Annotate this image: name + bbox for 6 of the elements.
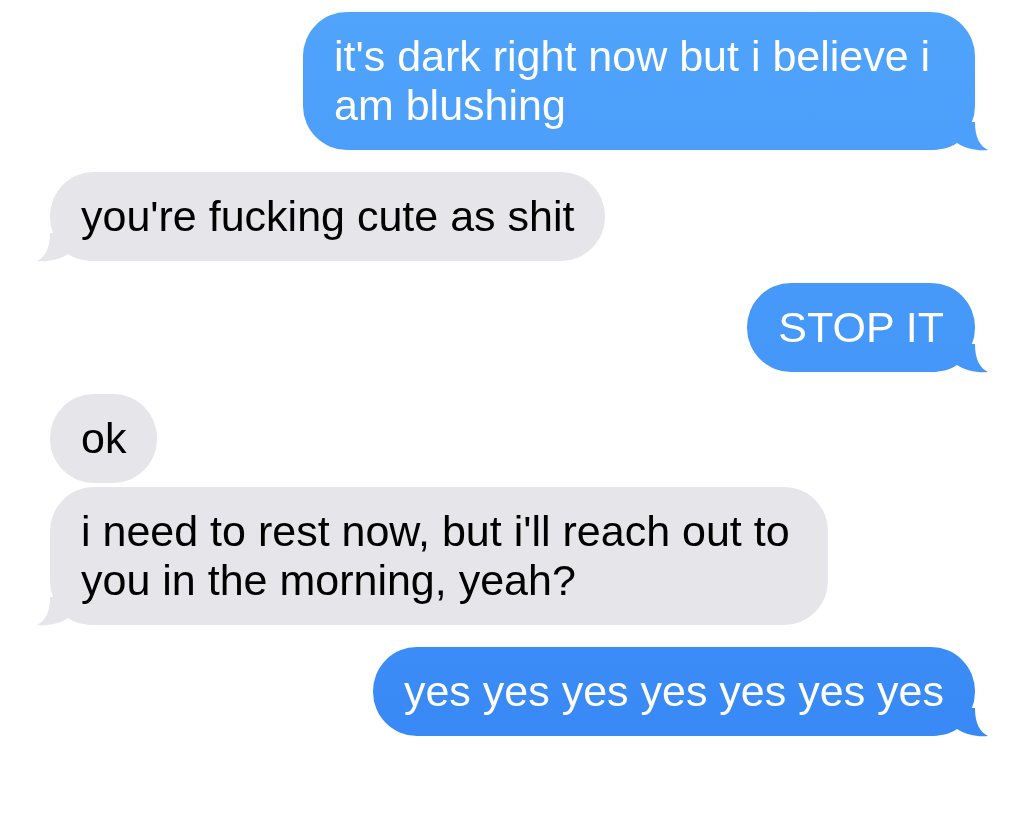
sent-message: it's dark right now but i believe i am blushing	[303, 12, 975, 150]
received-message: ok	[50, 394, 158, 483]
sent-message: STOP IT	[747, 283, 975, 372]
received-message: you're fucking cute as shit	[50, 172, 606, 261]
received-message: i need to rest now, but i'll reach out to you in the morning, yeah?	[50, 487, 828, 625]
sent-message: yes yes yes yes yes yes yes	[372, 647, 975, 736]
